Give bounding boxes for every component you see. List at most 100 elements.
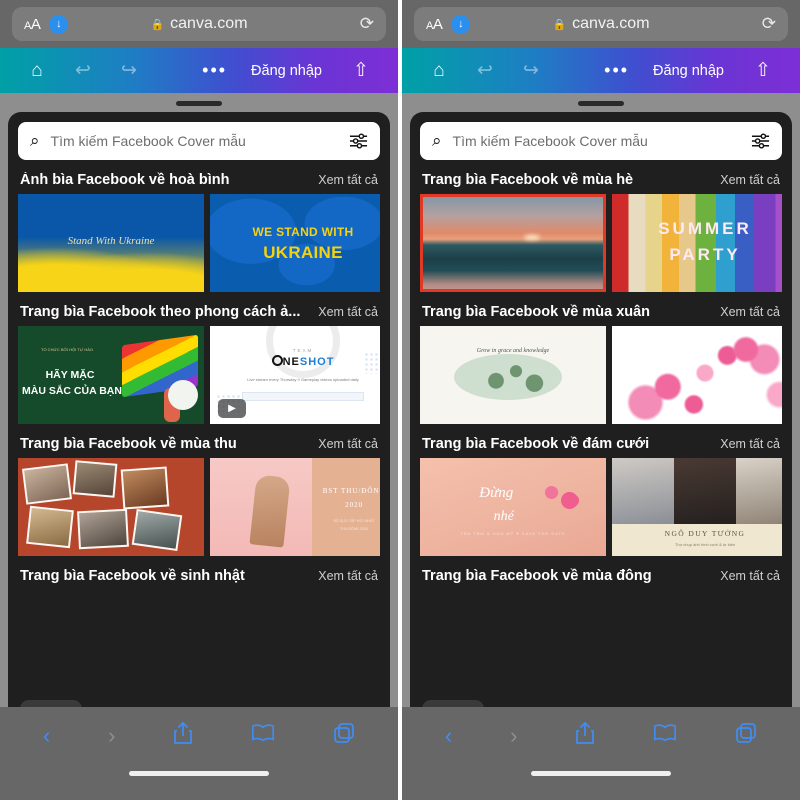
- text-size-aa-button[interactable]: AA: [426, 17, 443, 32]
- url-pill[interactable]: AA ↓ 🔒 canva.com ⟳: [12, 7, 386, 41]
- search-input[interactable]: ⌕ Tìm kiếm Facebook Cover mẫu: [18, 122, 380, 160]
- sliders-filter-icon[interactable]: [751, 133, 770, 149]
- template-spring-green-sprig[interactable]: Grow in grace and knowledge: [420, 326, 606, 424]
- home-indicator: [531, 771, 671, 776]
- search-input[interactable]: ⌕ Tìm kiếm Facebook Cover mẫu: [420, 122, 782, 160]
- play-icon[interactable]: ▶: [218, 399, 246, 418]
- template-brand: NESHOT: [210, 355, 380, 368]
- section-peace: Ảnh bìa Facebook về hoà bình Xem tất cả …: [18, 172, 380, 292]
- see-all-link[interactable]: Xem tất cả: [720, 173, 780, 187]
- see-all-link[interactable]: Xem tất cả: [318, 305, 378, 319]
- see-all-link[interactable]: Xem tất cả: [318, 173, 378, 187]
- collage-photo: [21, 463, 73, 505]
- see-all-link[interactable]: Xem tất cả: [318, 569, 378, 583]
- share-up-icon[interactable]: ⇧: [338, 59, 384, 82]
- template-row[interactable]: TỔ CHỨC BỞI HỘI TỰ HÀO HÃY MẶC MÀU SẮC C…: [18, 326, 380, 424]
- undo-icon[interactable]: ↩: [60, 59, 106, 82]
- ellipsis-icon[interactable]: •••: [196, 60, 233, 81]
- search-icon: ⌕: [432, 131, 442, 150]
- template-dung-quen-nhe[interactable]: Đừng nhé TÂN TÂM & HOA MỸ ♥ SAVE THE DAT…: [420, 458, 606, 556]
- signin-button[interactable]: Đăng nhập: [653, 63, 724, 79]
- redo-icon[interactable]: ↪: [106, 59, 152, 82]
- see-all-link[interactable]: Xem tất cả: [318, 437, 378, 451]
- left-phone-screen: AA ↓ 🔒 canva.com ⟳ ⌂ ↩ ↪ ••• Đăng nhập ⇧: [0, 0, 398, 800]
- template-summer-party-tinsel[interactable]: SUMMER PARTY: [612, 194, 782, 292]
- template-row[interactable]: Đừng nhé TÂN TÂM & HOA MỸ ♥ SAVE THE DAT…: [420, 458, 782, 556]
- see-all-link[interactable]: Xem tất cả: [720, 305, 780, 319]
- sheet-grabber[interactable]: [578, 101, 624, 106]
- section-title: Trang bìa Facebook về mùa thu: [20, 436, 237, 452]
- reload-icon[interactable]: ⟳: [762, 14, 776, 34]
- template-ngo-duy-tuong[interactable]: NGÔ DUY TƯỞNG Thợ chụp ảnh hình cưới & t…: [612, 458, 782, 556]
- chevron-left-icon[interactable]: ‹: [445, 723, 452, 749]
- signin-button[interactable]: Đăng nhập: [251, 63, 322, 79]
- template-row[interactable]: Grow in grace and knowledge: [420, 326, 782, 424]
- collage-photo: [131, 508, 183, 552]
- heart-icon: [542, 483, 561, 502]
- template-line1: SUMMER: [658, 219, 752, 239]
- section-title: Trang bìa Facebook về mùa xuân: [422, 304, 651, 320]
- see-all-link[interactable]: Xem tất cả: [720, 437, 780, 451]
- template-stand-with-ukraine-wave[interactable]: Stand With Ukraine: [18, 194, 204, 292]
- see-all-link[interactable]: Xem tất cả: [720, 569, 780, 583]
- right-phone-screen: AA ↓ 🔒 canva.com ⟳ ⌂ ↩ ↪ ••• Đăng nhập ⇧: [402, 0, 800, 800]
- template-team-oneshot[interactable]: TEAM NESHOT Live stream every Thursday /…: [210, 326, 380, 424]
- template-bst-thu-dong-2020[interactable]: BST THU/ĐÔNG 2020 BỘ SƯU TẬP MỚI NHẤT TH…: [210, 458, 380, 556]
- template-photo-side: [210, 458, 313, 556]
- search-icon: ⌕: [30, 131, 40, 150]
- home-indicator: [129, 771, 269, 776]
- template-line2: UKRAINE: [263, 243, 343, 262]
- sliders-filter-icon[interactable]: [349, 133, 368, 149]
- share-icon[interactable]: [173, 721, 193, 751]
- undo-icon[interactable]: ↩: [462, 59, 508, 82]
- template-line1: WE STAND WITH: [252, 225, 354, 240]
- tabs-icon[interactable]: [735, 722, 757, 750]
- template-we-stand-with-ukraine-map[interactable]: WE STAND WITH UKRAINE: [210, 194, 380, 292]
- template-autumn-photo-collage[interactable]: [18, 458, 204, 556]
- safari-nav-row: ‹ ›: [0, 707, 398, 765]
- section-title: Ảnh bìa Facebook về hoà bình: [20, 172, 230, 188]
- share-icon[interactable]: [575, 721, 595, 751]
- section-header: Trang bìa Facebook về sinh nhật Xem tất …: [18, 568, 380, 590]
- collage-photo: [26, 505, 74, 549]
- template-summer-sunset-beach[interactable]: [420, 194, 606, 292]
- url-pill[interactable]: AA ↓ 🔒 canva.com ⟳: [414, 7, 788, 41]
- section-title: Trang bìa Facebook về sinh nhật: [20, 568, 245, 584]
- template-row[interactable]: Stand With Ukraine WE STAND WITH UKRAINE…: [18, 194, 380, 292]
- collage-photo: [72, 460, 118, 498]
- sheet-wrapper: ⌕ Tìm kiếm Facebook Cover mẫu Trang bìa …: [402, 93, 800, 800]
- book-icon[interactable]: [251, 723, 275, 749]
- template-text-side: BST THU/ĐÔNG 2020 BỘ SƯU TẬP MỚI NHẤT TH…: [312, 458, 380, 556]
- section-style: Trang bìa Facebook theo phong cách ả... …: [18, 304, 380, 424]
- template-row[interactable]: BST THU/ĐÔNG 2020 BỘ SƯU TẬP MỚI NHẤT TH…: [18, 458, 380, 556]
- section-title: Trang bìa Facebook về đám cưới: [422, 436, 650, 452]
- sheet-grabber[interactable]: [176, 101, 222, 106]
- url-display: 🔒 canva.com: [12, 15, 386, 33]
- template-spring-pink-blossom[interactable]: [612, 326, 782, 424]
- book-icon[interactable]: [653, 723, 677, 749]
- share-up-icon[interactable]: ⇧: [740, 59, 786, 82]
- redo-icon[interactable]: ↪: [508, 59, 554, 82]
- template-hay-mac-mau-sac-cua-ban[interactable]: TỔ CHỨC BỞI HỘI TỰ HÀO HÃY MẶC MÀU SẮC C…: [18, 326, 204, 424]
- chevron-left-icon[interactable]: ‹: [43, 723, 50, 749]
- tabs-icon[interactable]: [333, 722, 355, 750]
- template-line2: MÀU SẮC CỦA BẠN: [22, 384, 122, 397]
- download-icon[interactable]: ↓: [451, 14, 471, 34]
- collage-photo: [77, 508, 129, 550]
- section-autumn: Trang bìa Facebook về mùa thu Xem tất cả: [18, 436, 380, 556]
- section-header: Trang bìa Facebook theo phong cách ả... …: [18, 304, 380, 326]
- ellipsis-icon[interactable]: •••: [598, 60, 635, 81]
- template-row[interactable]: SUMMER PARTY Summ: [420, 194, 782, 292]
- template-line1: HÃY MẶC: [45, 369, 95, 382]
- template-sub: Thợ chụp ảnh hình cưới & tự kiến: [674, 542, 736, 548]
- url-text: canva.com: [572, 15, 650, 32]
- reload-icon[interactable]: ⟳: [360, 14, 374, 34]
- dual-screenshot-comparison: AA ↓ 🔒 canva.com ⟳ ⌂ ↩ ↪ ••• Đăng nhập ⇧: [0, 0, 800, 800]
- download-icon[interactable]: ↓: [49, 14, 69, 34]
- home-icon[interactable]: ⌂: [14, 60, 60, 82]
- template-browser-sheet: ⌕ Tìm kiếm Facebook Cover mẫu Ảnh bìa Fa…: [8, 112, 390, 767]
- section-header: Trang bìa Facebook về mùa đông Xem tất c…: [420, 568, 782, 590]
- text-size-aa-button[interactable]: AA: [24, 17, 41, 32]
- template-line2: 2020: [345, 501, 364, 510]
- home-icon[interactable]: ⌂: [416, 60, 462, 82]
